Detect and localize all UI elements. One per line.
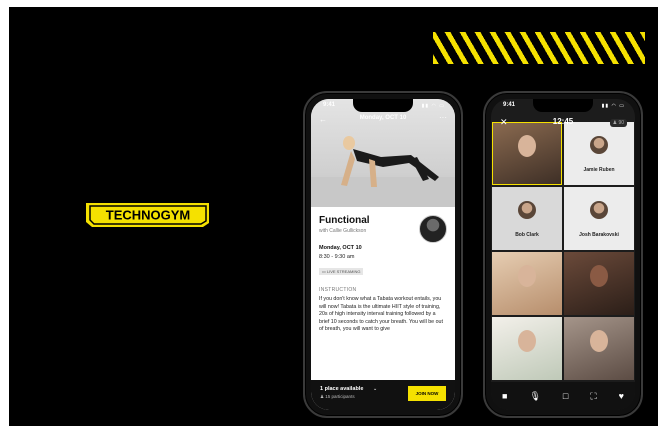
logo-text: TECHNOGYM	[106, 208, 191, 223]
video-tile[interactable]	[564, 317, 634, 380]
decorative-stripes	[433, 32, 645, 64]
participant-tile[interactable]: Bob Clark	[492, 187, 562, 250]
availability-text: 1 place available	[320, 386, 364, 392]
participant-name: Bob Clark	[515, 232, 539, 238]
heart-icon[interactable]: ♥	[619, 391, 624, 401]
status-time: 9:41	[323, 102, 336, 108]
class-content: Functional with Callie Gullickson Monday…	[319, 215, 447, 349]
video-tile[interactable]	[492, 252, 562, 315]
participants-count: ♟ 15 participants	[320, 394, 355, 399]
class-time: 8:30 - 9:30 am	[319, 254, 355, 260]
phone-notch	[353, 99, 413, 112]
video-tile[interactable]	[492, 122, 562, 185]
booking-bar: 1 place available ⌄ ♟ 15 participants JO…	[311, 380, 455, 410]
fullscreen-icon[interactable]: ⛶	[590, 391, 596, 402]
instructor-avatar[interactable]	[419, 215, 447, 243]
participant-name: Jamie Ruben	[583, 167, 615, 173]
avatar	[590, 136, 608, 154]
join-now-button[interactable]: JOIN NOW	[408, 386, 446, 401]
more-icon[interactable]: ···	[439, 113, 447, 122]
participant-tile[interactable]: Jamie Ruben	[564, 122, 634, 185]
class-screen: 9:41 ▮▮ ◠ ▭ ← Monday, OCT 10 ··· Functio…	[311, 99, 455, 410]
call-screen: 9:41 ▮▮ ◠ ▭ Jamie Ruben Bob Clark Josh B…	[491, 99, 635, 410]
phone-notch	[533, 99, 593, 112]
class-topnav: ← Monday, OCT 10 ···	[311, 113, 455, 127]
call-controls: ■ 🎙 □ ⛶ ♥	[491, 382, 635, 410]
instruction-text: If you don't know what a Tabata workout …	[319, 296, 443, 332]
participant-name: Josh Barakovski	[579, 232, 619, 238]
video-tile[interactable]	[492, 317, 562, 380]
mic-icon[interactable]: 🎙	[529, 391, 540, 402]
class-date: Monday, OCT 10	[319, 245, 362, 251]
status-time: 9:41	[503, 102, 516, 108]
chevron-down-icon[interactable]: ⌄	[373, 386, 377, 392]
participant-tile[interactable]: Josh Barakovski	[564, 187, 634, 250]
camera-icon[interactable]: ■	[502, 391, 507, 401]
avatar	[518, 201, 536, 219]
participant-grid: Jamie Ruben Bob Clark Josh Barakovski	[492, 122, 634, 380]
instruction-label: INSTRUCTION	[319, 287, 357, 293]
technogym-logo: TECHNOGYM	[86, 203, 209, 227]
phone-video-call: 9:41 ▮▮ ◠ ▭ Jamie Ruben Bob Clark Josh B…	[483, 91, 643, 418]
phone-class-details: 9:41 ▮▮ ◠ ▭ ← Monday, OCT 10 ··· Functio…	[303, 91, 463, 418]
video-tile[interactable]	[564, 252, 634, 315]
participant-count-badge[interactable]: ♟ 90	[609, 119, 627, 127]
screen-icon[interactable]: □	[563, 391, 568, 401]
live-streaming-badge: ▭ LIVE STREAMING	[319, 268, 364, 275]
stage-background: TECHNOGYM 9:41 ▮▮ ◠ ▭ ← Monday, OCT 10 ·…	[9, 7, 658, 426]
header-date: Monday, OCT 10	[359, 115, 407, 121]
call-header: ✕ 12:45 ♟ 90	[491, 117, 635, 131]
status-icons: ▮▮ ◠ ▭	[601, 103, 625, 109]
status-icons: ▮▮ ◠ ▭	[421, 103, 445, 109]
avatar	[590, 201, 608, 219]
